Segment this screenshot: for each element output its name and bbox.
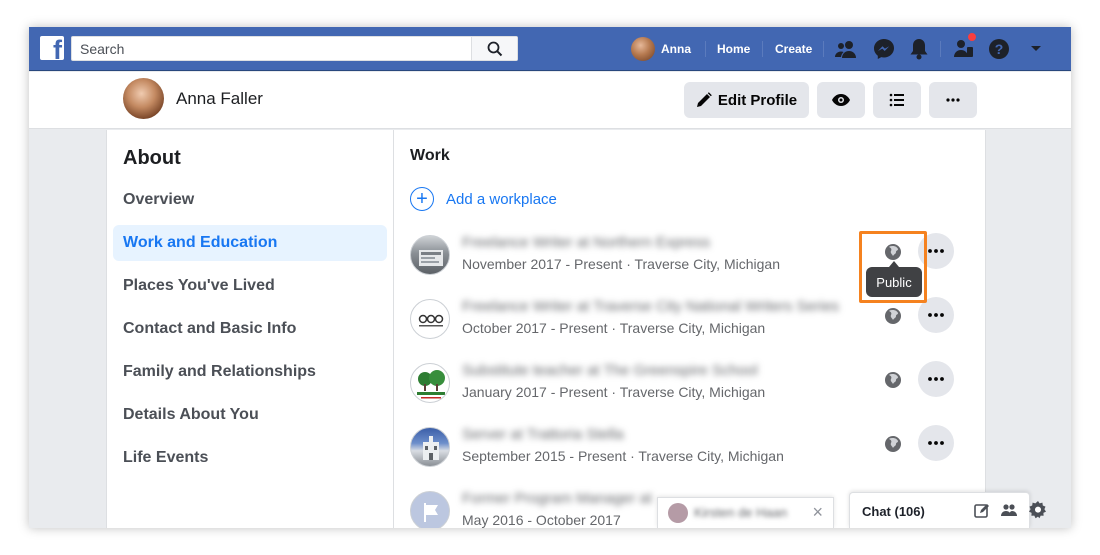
more-options-button[interactable] (918, 361, 954, 397)
about-menu-overview[interactable]: Overview (113, 182, 387, 218)
job-meta: November 2017 - Present · Traverse City,… (462, 256, 780, 272)
job-meta: May 2016 - October 2017 (462, 512, 621, 528)
chat-label: Chat (106) (862, 504, 925, 519)
workplace-logo[interactable] (410, 299, 450, 339)
top-navigation-bar: f Anna Home Create ? (29, 27, 1071, 71)
more-dots-icon (946, 98, 960, 102)
job-title[interactable]: Freelance Writer at Northern Express (462, 234, 710, 251)
chat-settings-gear-icon[interactable] (1029, 501, 1047, 519)
job-title[interactable]: Former Program Manager at (462, 490, 652, 507)
add-workplace-link[interactable]: + Add a workplace (410, 187, 557, 211)
compose-icon[interactable] (973, 502, 991, 520)
job-meta: September 2015 - Present · Traverse City… (462, 448, 784, 464)
avatar (668, 503, 688, 523)
friend-requests-icon[interactable] (835, 38, 857, 60)
search-input[interactable] (72, 37, 472, 60)
chat-conversation-tab[interactable]: Kirsten de Haan × (657, 497, 834, 528)
workplace-logo[interactable] (410, 427, 450, 467)
nav-user-name: Anna (661, 42, 691, 56)
job-title[interactable]: Freelance Writer at Traverse City Nation… (462, 298, 839, 315)
nav-profile-link[interactable]: Anna (631, 37, 691, 61)
about-menu-contact-info[interactable]: Contact and Basic Info (113, 311, 387, 347)
nav-create-link[interactable]: Create (775, 42, 812, 56)
search-icon (487, 41, 502, 56)
about-card: About Overview Work and Education Places… (106, 130, 986, 528)
new-group-icon[interactable] (1000, 502, 1018, 520)
about-menu-details-about-you[interactable]: Details About You (113, 397, 387, 433)
more-options-button[interactable] (918, 425, 954, 461)
workplace-logo[interactable] (410, 491, 450, 528)
profile-header: Anna Faller Edit Profile (29, 72, 1071, 129)
svg-text:?: ? (995, 41, 1004, 57)
more-dots-icon (928, 377, 944, 381)
eye-icon (832, 94, 850, 106)
globe-icon[interactable] (884, 435, 902, 453)
about-title: About (123, 147, 181, 169)
messenger-icon[interactable] (873, 38, 895, 60)
list-item: Freelance Writer at Traverse City Nation… (410, 297, 970, 355)
more-dots-icon (928, 441, 944, 445)
edit-profile-button[interactable]: Edit Profile (684, 82, 809, 118)
edit-profile-label: Edit Profile (717, 91, 798, 109)
job-title[interactable]: Substitute teacher at The Greenspire Sch… (462, 362, 758, 379)
nav-divider (823, 41, 824, 57)
profile-avatar[interactable] (123, 78, 164, 119)
chat-contact-name: Kirsten de Haan (694, 505, 788, 520)
job-meta: January 2017 - Present · Traverse City, … (462, 384, 766, 400)
pencil-icon (696, 92, 712, 107)
work-section: Work + Add a workplace Freelance Writer … (394, 130, 987, 528)
workplace-logo[interactable] (410, 235, 450, 275)
more-dots-icon (928, 249, 944, 253)
notification-badge (967, 32, 977, 42)
search-button[interactable] (471, 37, 517, 60)
nav-divider (762, 41, 763, 57)
activity-log-button[interactable] (873, 82, 921, 118)
more-dots-icon (928, 313, 944, 317)
browser-frame: f Anna Home Create ? (29, 27, 1071, 528)
list-item: Substitute teacher at The Greenspire Sch… (410, 361, 970, 419)
about-sidebar: About Overview Work and Education Places… (107, 130, 394, 528)
nav-divider (705, 41, 706, 57)
job-meta: October 2017 - Present · Traverse City, … (462, 320, 766, 336)
about-menu-places-lived[interactable]: Places You've Lived (113, 268, 387, 304)
globe-icon[interactable] (884, 307, 902, 325)
about-menu-life-events[interactable]: Life Events (113, 440, 387, 476)
work-section-title: Work (410, 147, 450, 164)
avatar (631, 37, 655, 61)
list-item: Server at Trattoria Stella September 201… (410, 425, 970, 483)
about-menu-family-relationships[interactable]: Family and Relationships (113, 354, 387, 390)
chat-sidebar-bar[interactable]: Chat (106) (849, 492, 1030, 528)
help-icon[interactable]: ? (988, 38, 1010, 60)
profile-name[interactable]: Anna Faller (176, 89, 263, 109)
view-as-button[interactable] (817, 82, 865, 118)
nav-divider (940, 41, 941, 57)
notifications-bell-icon[interactable] (908, 38, 930, 60)
list-icon (889, 93, 904, 107)
nav-home-link[interactable]: Home (717, 42, 750, 56)
globe-icon[interactable] (884, 371, 902, 389)
privacy-tooltip: Public (866, 261, 922, 297)
about-menu-work-and-education[interactable]: Work and Education (113, 225, 387, 261)
account-menu-chevron-down-icon[interactable] (1025, 38, 1047, 60)
close-icon[interactable]: × (812, 502, 823, 523)
job-title[interactable]: Server at Trattoria Stella (462, 426, 624, 443)
add-workplace-label: Add a workplace (446, 190, 557, 208)
plus-circle-icon: + (410, 187, 434, 211)
workplace-logo[interactable] (410, 363, 450, 403)
search-box (71, 36, 518, 61)
more-options-button[interactable] (929, 82, 977, 118)
facebook-logo-icon[interactable]: f (40, 36, 64, 60)
